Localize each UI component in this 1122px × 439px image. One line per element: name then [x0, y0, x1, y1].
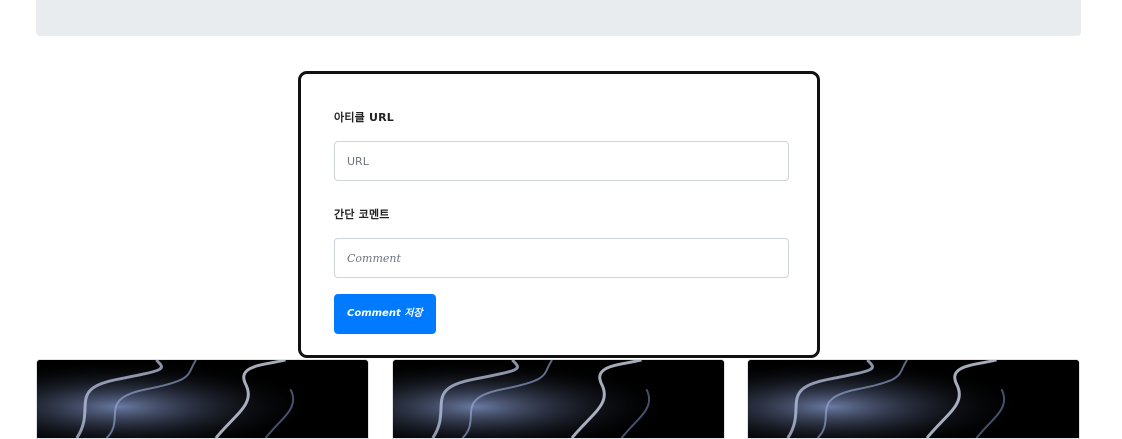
- article-card[interactable]: [392, 359, 725, 439]
- url-label: 아티클 URL: [334, 111, 395, 124]
- top-banner: [36, 0, 1081, 36]
- comment-label: 간단 코멘트: [334, 208, 390, 221]
- post-form: 아티클 URL 간단 코멘트 Comment 저장: [334, 110, 789, 334]
- comment-input[interactable]: [334, 238, 789, 278]
- url-input[interactable]: [334, 141, 789, 181]
- smoke-image: [393, 360, 724, 438]
- article-card[interactable]: [747, 359, 1080, 439]
- article-card[interactable]: [36, 359, 369, 439]
- smoke-image: [37, 360, 368, 438]
- post-form-card: 아티클 URL 간단 코멘트 Comment 저장: [298, 71, 820, 358]
- smoke-image: [748, 360, 1079, 438]
- save-comment-button[interactable]: Comment 저장: [334, 294, 436, 334]
